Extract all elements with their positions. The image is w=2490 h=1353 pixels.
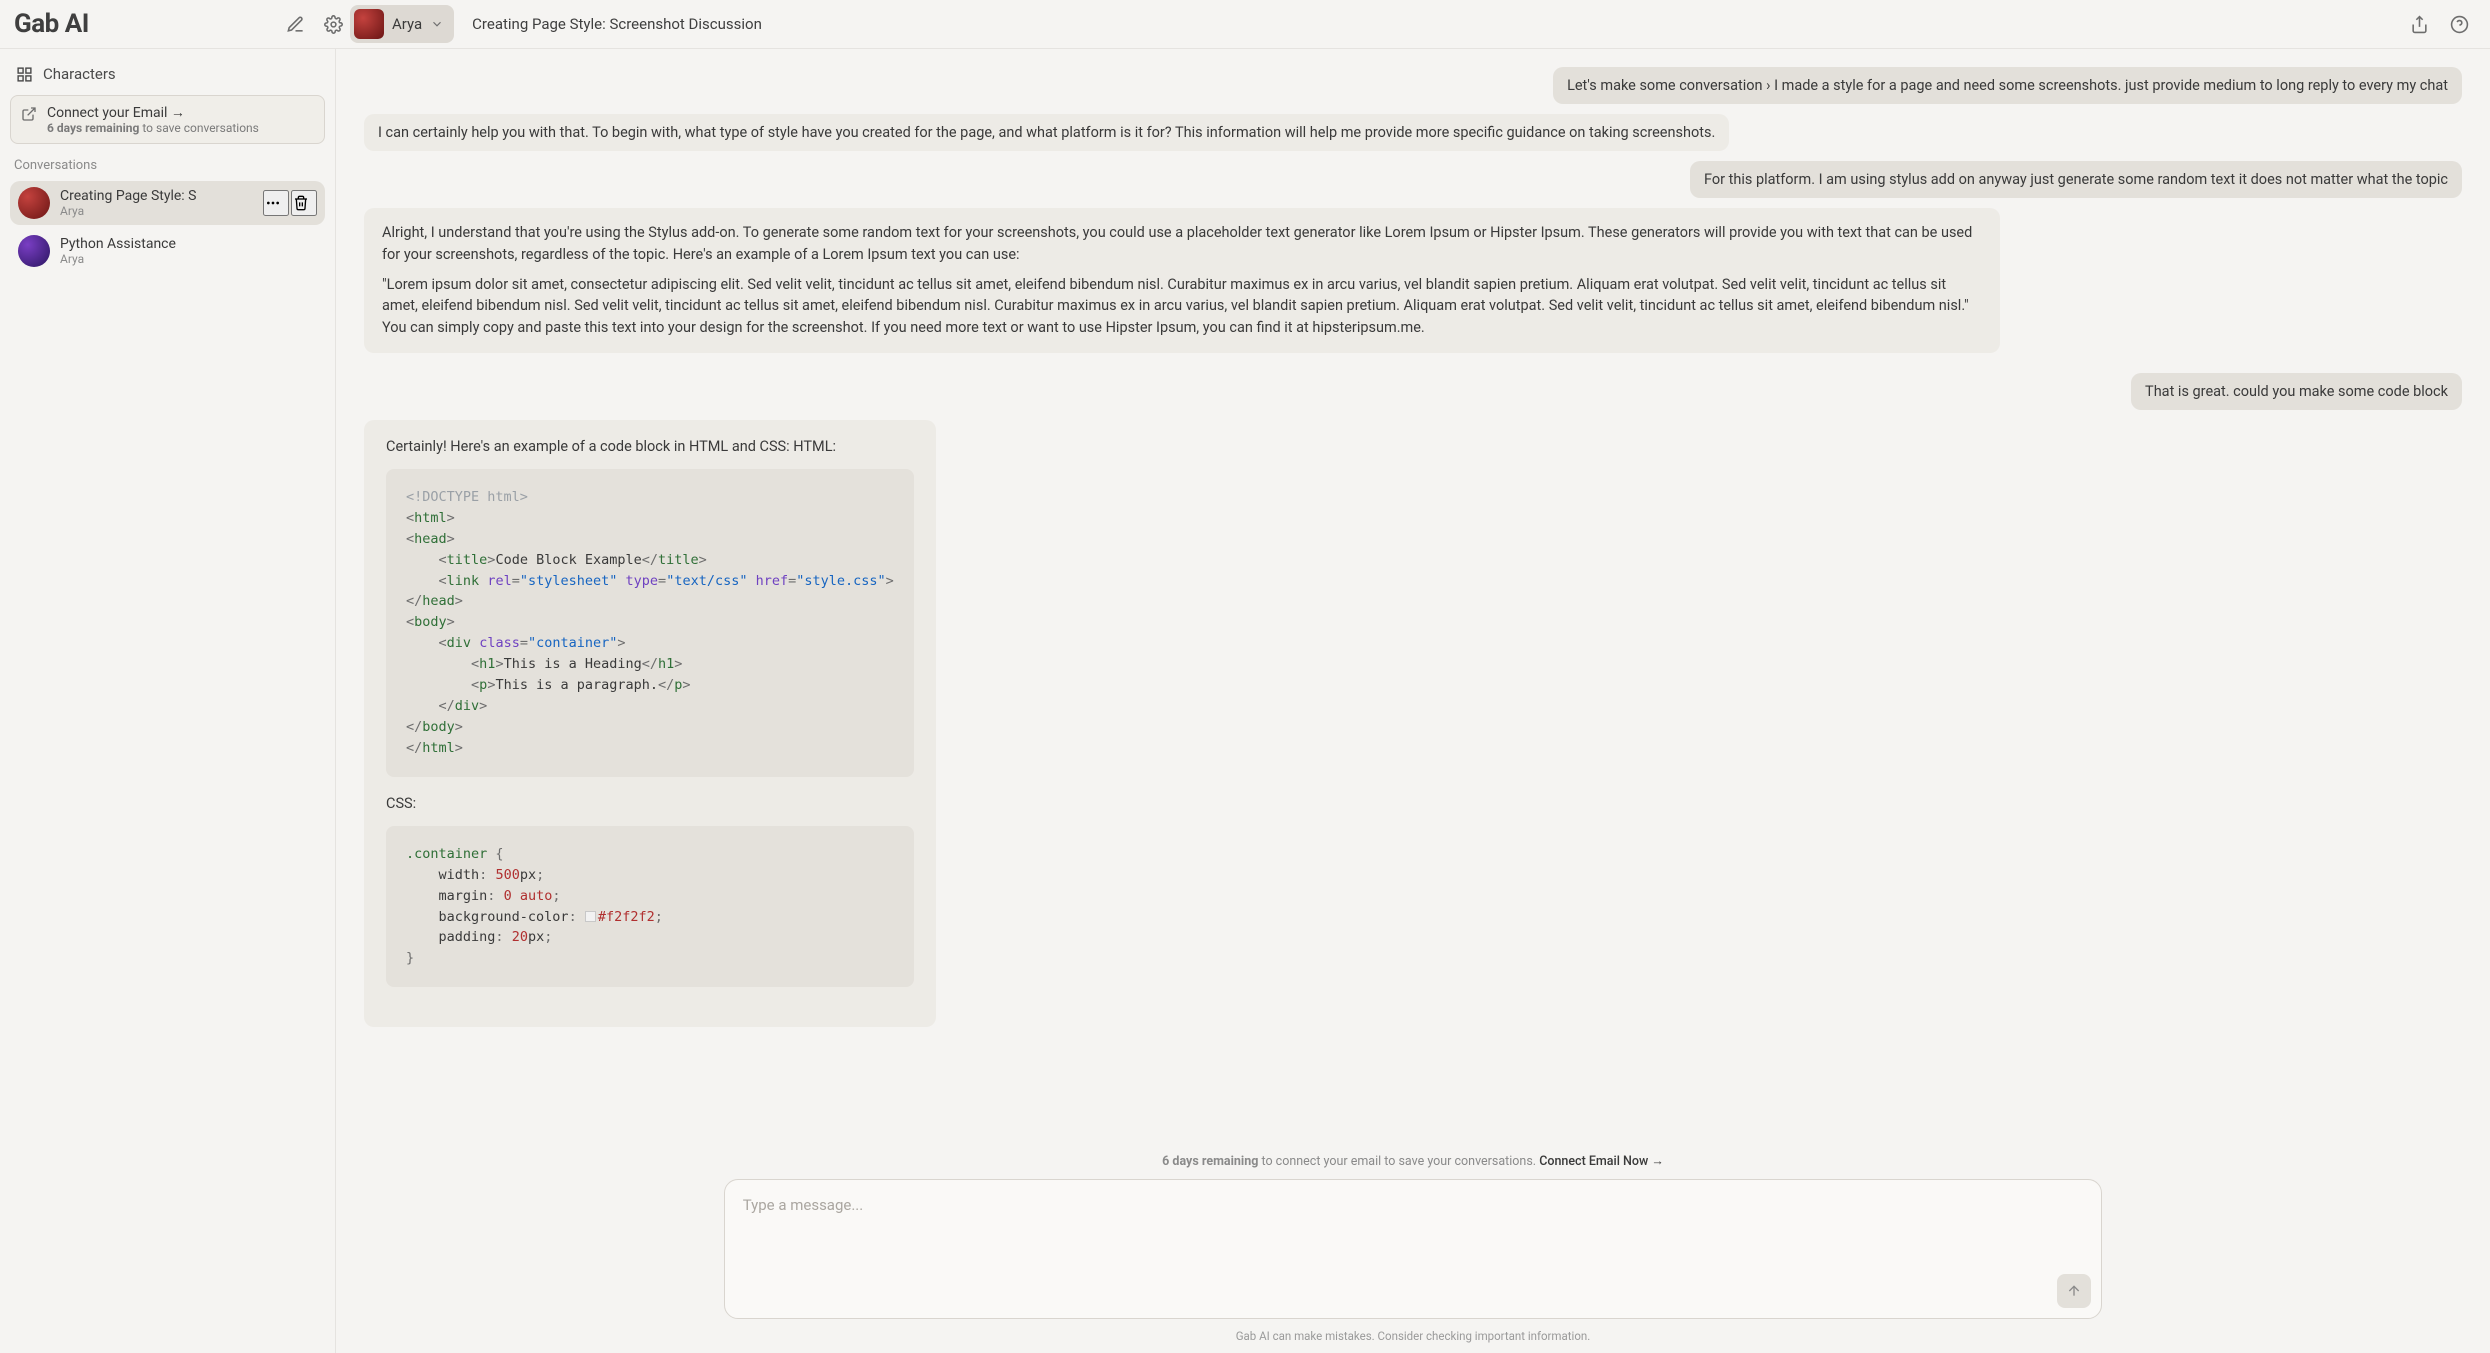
assistant-message: Certainly! Here's an example of a code b…: [364, 420, 936, 1028]
delete-icon[interactable]: [291, 190, 317, 216]
message-input[interactable]: [725, 1180, 2102, 1318]
connect-email-sub: 6 days remaining to save conversations: [47, 121, 259, 135]
user-message: For this platform. I am using stylus add…: [1690, 161, 2462, 198]
persona-name: Arya: [392, 15, 422, 33]
help-icon[interactable]: [2442, 7, 2476, 41]
new-chat-icon[interactable]: [278, 7, 312, 41]
assistant-text: Certainly! Here's an example of a code b…: [386, 438, 914, 455]
connect-email-link[interactable]: Connect Email Now →: [1539, 1154, 1664, 1169]
save-notice: 6 days remaining to connect your email t…: [336, 1148, 2490, 1179]
brand-logo: Gab AI: [14, 9, 89, 39]
settings-icon[interactable]: [316, 7, 350, 41]
sidebar: Characters Connect your Email → 6 days r…: [0, 49, 336, 1353]
grid-icon: [16, 66, 33, 83]
conversation-title: Creating Page Style: S: [60, 188, 253, 204]
chevron-down-icon: [430, 17, 444, 31]
more-icon[interactable]: [263, 190, 289, 216]
code-block-css: .container { width: 500px; margin: 0 aut…: [386, 826, 914, 988]
conversation-item[interactable]: Python Assistance Arya: [10, 229, 325, 273]
avatar: [18, 235, 50, 267]
conversation-item[interactable]: Creating Page Style: S Arya: [10, 181, 325, 225]
color-swatch: [585, 911, 596, 922]
send-button[interactable]: [2057, 1274, 2091, 1308]
assistant-text: "Lorem ipsum dolor sit amet, consectetur…: [382, 274, 1982, 339]
conversation-title: Python Assistance: [60, 236, 317, 252]
page-title: Creating Page Style: Screenshot Discussi…: [472, 15, 762, 33]
persona-avatar: [354, 9, 384, 39]
disclaimer-text: Gab AI can make mistakes. Consider check…: [336, 1329, 2490, 1353]
topbar-sidebar-region: Gab AI: [14, 7, 350, 41]
external-link-icon: [21, 106, 37, 122]
messages-scroll[interactable]: Let's make some conversation › I made a …: [336, 49, 2490, 1148]
persona-selector[interactable]: Arya: [350, 5, 454, 43]
conversation-sub: Arya: [60, 252, 317, 266]
conversation-sub: Arya: [60, 204, 253, 218]
assistant-message: Alright, I understand that you're using …: [364, 208, 2000, 353]
user-message: Let's make some conversation › I made a …: [1553, 67, 2462, 104]
connect-email-card[interactable]: Connect your Email → 6 days remaining to…: [10, 95, 325, 144]
message-composer: [724, 1179, 2103, 1319]
assistant-text: CSS:: [386, 795, 914, 812]
avatar: [18, 187, 50, 219]
user-message: That is great. could you make some code …: [2131, 373, 2462, 410]
connect-email-title: Connect your Email →: [47, 104, 259, 121]
topbar: Gab AI Arya Creating Page Style: Screens…: [0, 0, 2490, 49]
code-block-html: <!DOCTYPE html> <html> <head> <title>Cod…: [386, 469, 914, 777]
characters-label: Characters: [43, 65, 116, 83]
conversations-group-label: Conversations: [10, 148, 325, 177]
assistant-text: Alright, I understand that you're using …: [382, 222, 1982, 266]
characters-nav[interactable]: Characters: [10, 57, 325, 91]
assistant-message: I can certainly help you with that. To b…: [364, 114, 1729, 151]
share-icon[interactable]: [2402, 7, 2436, 41]
topbar-main-region: Arya Creating Page Style: Screenshot Dis…: [350, 5, 2476, 43]
chat-pane: Let's make some conversation › I made a …: [336, 49, 2490, 1353]
